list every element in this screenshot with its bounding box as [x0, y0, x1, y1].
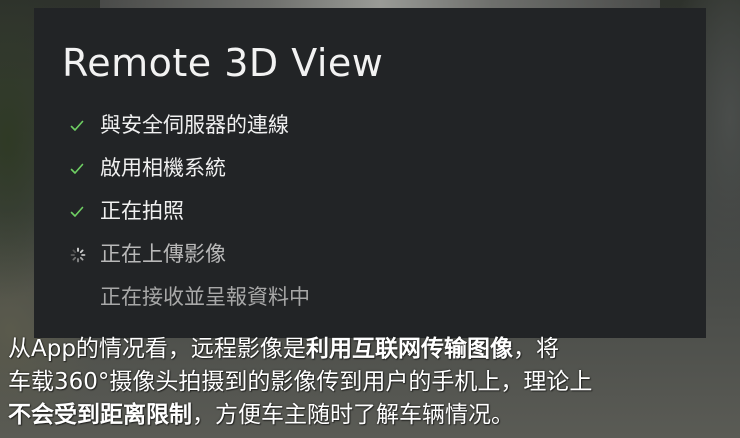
- caption-text: 从App的情况看，远程影像是: [8, 336, 306, 362]
- step-label: 正在拍照: [100, 199, 184, 223]
- spinner-icon: [70, 243, 100, 267]
- step-receiving-data: 正在接收並呈報資料中: [70, 276, 310, 319]
- caption-line-1: 从App的情况看，远程影像是利用互联网传输图像，将: [8, 333, 732, 366]
- caption-bold-text: 利用互联网传输图像: [305, 336, 513, 362]
- caption-text: ，将: [512, 336, 559, 362]
- car-roof-highlight: [100, 0, 660, 8]
- remote-view-dialog: Remote 3D View 與安全伺服器的連線 啟用相機系統 正在拍照 正在上…: [34, 8, 706, 338]
- article-caption: 从App的情况看，远程影像是利用互联网传输图像，将 车载360°摄像头拍摄到的影…: [8, 333, 732, 432]
- step-taking-photo: 正在拍照: [70, 190, 310, 233]
- caption-line-3: 不会受到距离限制，方便车主随时了解车辆情况。: [8, 399, 732, 432]
- caption-text: ，方便车主随时了解车辆情况。: [192, 402, 514, 428]
- caption-bold-text: 不会受到距离限制: [8, 402, 192, 428]
- caption-line-2: 车载360°摄像头拍摄到的影像传到用户的手机上，理论上: [8, 369, 593, 395]
- step-uploading-image: 正在上傳影像: [70, 233, 310, 276]
- step-label: 啟用相機系統: [100, 156, 226, 180]
- step-label: 正在接收並呈報資料中: [100, 285, 310, 309]
- step-label: 正在上傳影像: [100, 242, 226, 266]
- progress-steps: 與安全伺服器的連線 啟用相機系統 正在拍照 正在上傳影像 正在接收並呈報資料中: [70, 104, 310, 319]
- check-icon: [70, 114, 100, 138]
- step-label: 與安全伺服器的連線: [100, 113, 289, 137]
- dialog-title: Remote 3D View: [62, 41, 384, 85]
- check-icon: [70, 157, 100, 181]
- step-connect-server: 與安全伺服器的連線: [70, 104, 310, 147]
- check-icon: [70, 200, 100, 224]
- step-enable-camera: 啟用相機系統: [70, 147, 310, 190]
- empty-status-slot: [70, 286, 100, 310]
